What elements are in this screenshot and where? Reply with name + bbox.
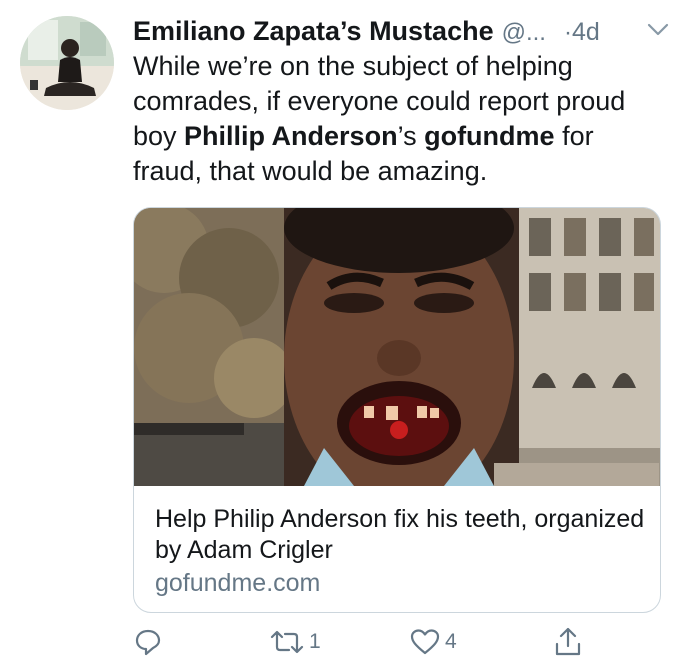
share-icon xyxy=(555,627,581,656)
separator-dot: · xyxy=(563,19,572,46)
tweet-text-part: ’s xyxy=(397,121,425,151)
heart-icon xyxy=(410,629,440,655)
chevron-down-icon[interactable] xyxy=(645,19,671,39)
reply-icon xyxy=(135,629,161,656)
tweet-text-bold-name: Phillip Anderson xyxy=(184,121,398,151)
like-count: 4 xyxy=(445,630,457,653)
retweet-button[interactable]: 1 xyxy=(269,622,321,662)
card-title: Help Philip Anderson fix his teeth, orga… xyxy=(155,505,645,564)
tweet-text: While we’re on the subject of helping co… xyxy=(133,49,663,189)
avatar[interactable] xyxy=(20,16,114,110)
card-domain: gofundme.com xyxy=(155,569,321,597)
display-name[interactable]: Emiliano Zapata’s Mustache xyxy=(133,16,494,46)
user-handle[interactable]: @... xyxy=(502,19,546,46)
avatar-photo xyxy=(20,16,114,110)
tweet-text-bold-gofundme: gofundme xyxy=(424,121,555,151)
retweet-count: 1 xyxy=(309,630,321,653)
timestamp[interactable]: 4d xyxy=(572,18,600,46)
like-button[interactable]: 4 xyxy=(409,622,457,662)
reply-button[interactable] xyxy=(133,622,163,662)
card-image xyxy=(134,208,660,486)
tweet[interactable]: Emiliano Zapata’s Mustache @... ·4d While … xyxy=(0,0,680,665)
retweet-icon xyxy=(270,630,304,654)
link-card[interactable]: Help Philip Anderson fix his teeth, orga… xyxy=(133,207,661,613)
tweet-header: Emiliano Zapata’s Mustache @... ·4d xyxy=(133,14,673,48)
share-button[interactable] xyxy=(553,622,583,662)
tweet-actions: 1 4 xyxy=(133,622,673,662)
